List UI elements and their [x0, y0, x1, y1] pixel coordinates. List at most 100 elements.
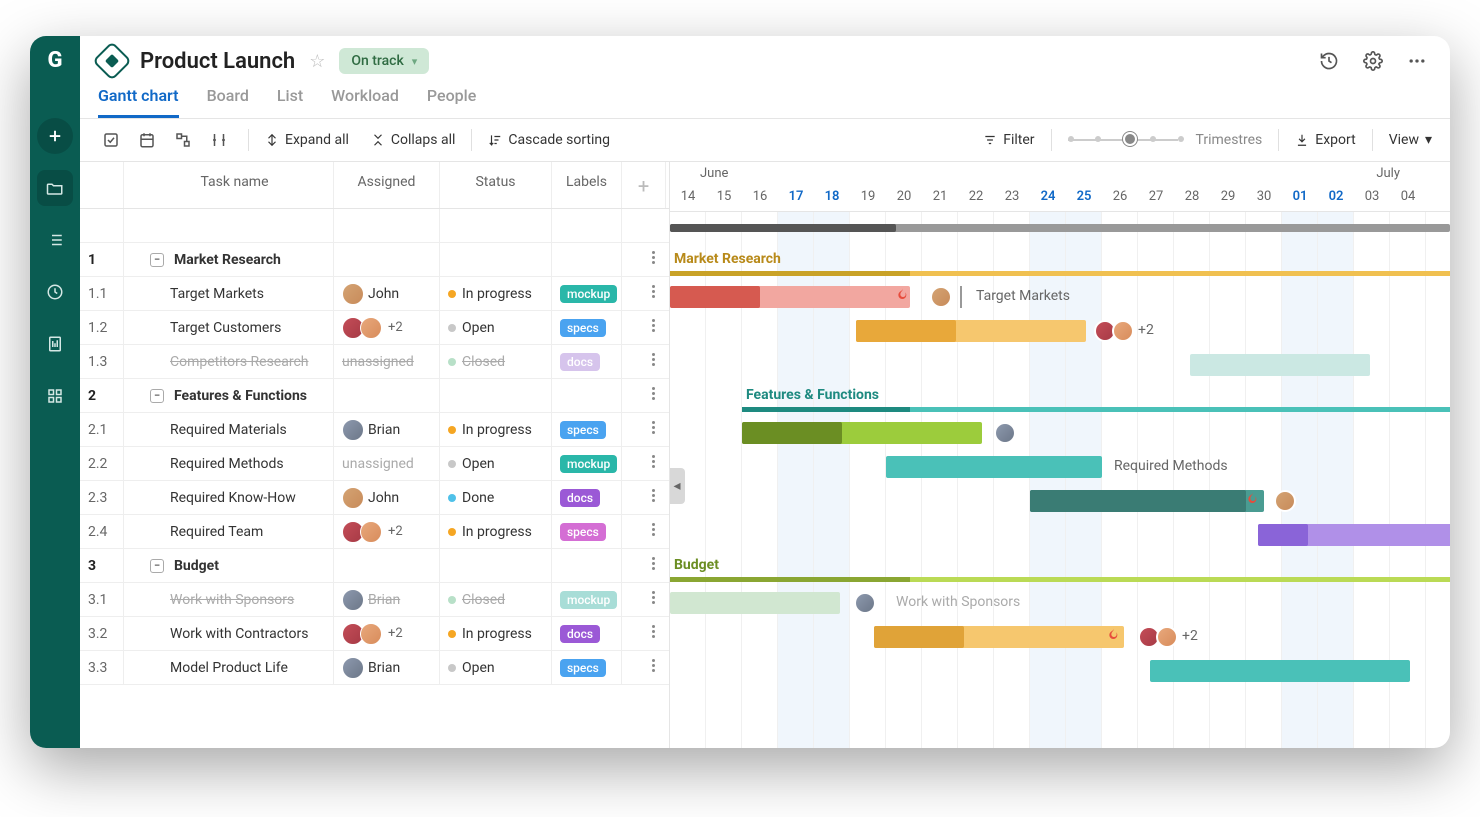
add-column-button[interactable]: +	[622, 162, 666, 208]
assignee-overflow-count[interactable]: +2	[388, 524, 403, 539]
label-tag[interactable]: docs	[560, 489, 600, 507]
avatar[interactable]	[854, 592, 876, 614]
avatar[interactable]	[342, 589, 364, 611]
tab-gantt-chart[interactable]: Gantt chart	[98, 86, 179, 118]
collapse-all-button[interactable]: Collaps all	[371, 132, 456, 148]
row-menu-icon[interactable]	[644, 455, 662, 468]
nav-time[interactable]	[37, 274, 73, 310]
gantt-bar[interactable]	[1258, 524, 1450, 546]
row-menu-icon[interactable]	[644, 353, 662, 366]
collapse-panel-handle[interactable]: ◂	[670, 468, 685, 504]
avatar[interactable]	[342, 283, 364, 305]
more-icon[interactable]	[1402, 46, 1432, 76]
label-tag[interactable]: docs	[560, 353, 600, 371]
day-cell[interactable]: 27	[1138, 182, 1174, 211]
day-cell[interactable]: 03	[1354, 182, 1390, 211]
label-tag[interactable]: specs	[560, 421, 606, 439]
assignee-overflow-count[interactable]: +2	[388, 320, 403, 335]
baseline-icon[interactable]	[206, 127, 232, 153]
avatar[interactable]	[360, 623, 382, 645]
row-menu-icon[interactable]	[644, 489, 662, 502]
label-tag[interactable]: mockup	[560, 455, 617, 473]
export-button[interactable]: Export	[1295, 132, 1355, 148]
col-status[interactable]: Status	[440, 162, 552, 208]
day-cell[interactable]: 17	[778, 182, 814, 211]
col-assigned[interactable]: Assigned	[334, 162, 440, 208]
assignee-overflow-count[interactable]: +2	[1138, 322, 1154, 338]
row-menu-icon[interactable]	[644, 387, 662, 400]
table-row[interactable]: 2.1Required MaterialsBrianIn progressspe…	[80, 413, 669, 447]
label-tag[interactable]: specs	[560, 523, 606, 541]
avatar[interactable]	[994, 422, 1016, 444]
nav-tasks[interactable]	[37, 222, 73, 258]
calendar-icon[interactable]	[134, 127, 160, 153]
day-cell[interactable]: 01	[1282, 182, 1318, 211]
zoom-slider[interactable]	[1068, 138, 1178, 142]
row-menu-icon[interactable]	[644, 659, 662, 672]
checkbox-toggle[interactable]	[98, 127, 124, 153]
row-menu-icon[interactable]	[644, 591, 662, 604]
avatar[interactable]	[342, 657, 364, 679]
gantt-bar[interactable]	[670, 592, 840, 614]
tab-board[interactable]: Board	[207, 86, 249, 118]
row-menu-icon[interactable]	[644, 285, 662, 298]
label-tag[interactable]: mockup	[560, 285, 617, 303]
avatar[interactable]	[342, 487, 364, 509]
day-cell[interactable]: 24	[1030, 182, 1066, 211]
table-row[interactable]: 1.1Target MarketsJohnIn progressmockup	[80, 277, 669, 311]
avatar[interactable]	[360, 317, 382, 339]
gantt-group-line[interactable]	[742, 407, 1450, 412]
table-row[interactable]: 3.2Work with Contractors+2In progressdoc…	[80, 617, 669, 651]
gantt-group-line[interactable]	[670, 577, 1450, 582]
col-task-name[interactable]: Task name	[124, 162, 334, 208]
nav-projects[interactable]	[37, 170, 73, 206]
avatar[interactable]	[1156, 626, 1178, 648]
day-cell[interactable]: 28	[1174, 182, 1210, 211]
avatar[interactable]	[342, 419, 364, 441]
row-menu-icon[interactable]	[644, 251, 662, 264]
nav-reports[interactable]	[37, 326, 73, 362]
wbs-icon[interactable]	[170, 127, 196, 153]
tab-workload[interactable]: Workload	[331, 86, 399, 118]
table-row[interactable]: 2−Features & Functions	[80, 379, 669, 413]
day-cell[interactable]: 26	[1102, 182, 1138, 211]
table-row[interactable]: 1−Market Research	[80, 243, 669, 277]
gantt-bar[interactable]	[742, 422, 982, 444]
day-cell[interactable]: 04	[1390, 182, 1426, 211]
gantt-bar[interactable]	[1030, 490, 1264, 512]
view-button[interactable]: View ▾	[1389, 132, 1432, 148]
assignee-overflow-count[interactable]: +2	[1182, 628, 1198, 644]
day-cell[interactable]: 30	[1246, 182, 1282, 211]
gantt-bar[interactable]	[886, 456, 1102, 478]
day-cell[interactable]: 02	[1318, 182, 1354, 211]
settings-icon[interactable]	[1358, 46, 1388, 76]
gantt-bar[interactable]	[670, 286, 910, 308]
table-row[interactable]: 3−Budget	[80, 549, 669, 583]
project-status-dropdown[interactable]: On track ▾	[339, 48, 429, 74]
day-cell[interactable]: 22	[958, 182, 994, 211]
expand-all-button[interactable]: Expand all	[265, 132, 349, 148]
row-menu-icon[interactable]	[644, 625, 662, 638]
gantt-bar[interactable]	[856, 320, 1086, 342]
filter-button[interactable]: Filter	[983, 132, 1034, 148]
table-row[interactable]: 2.4Required Team+2In progressspecs	[80, 515, 669, 549]
avatar[interactable]	[360, 521, 382, 543]
day-cell[interactable]: 15	[706, 182, 742, 211]
label-tag[interactable]: mockup	[560, 591, 617, 609]
day-cell[interactable]: 20	[886, 182, 922, 211]
table-row[interactable]: 3.1Work with SponsorsBrianClosedmockup	[80, 583, 669, 617]
favorite-toggle[interactable]: ☆	[309, 51, 325, 72]
day-cell[interactable]: 19	[850, 182, 886, 211]
nav-apps[interactable]	[37, 378, 73, 414]
day-cell[interactable]: 29	[1210, 182, 1246, 211]
label-tag[interactable]: specs	[560, 319, 606, 337]
day-cell[interactable]: 18	[814, 182, 850, 211]
gantt-bar[interactable]	[1190, 354, 1370, 376]
row-menu-icon[interactable]	[644, 421, 662, 434]
table-row[interactable]: 2.2Required MethodsunassignedOpenmockup	[80, 447, 669, 481]
row-menu-icon[interactable]	[644, 319, 662, 332]
collapse-group-icon[interactable]: −	[150, 389, 164, 403]
table-row[interactable]: 2.3Required Know-HowJohnDonedocs	[80, 481, 669, 515]
gantt-bar[interactable]	[874, 626, 1124, 648]
gantt-group-line[interactable]	[670, 271, 1450, 276]
